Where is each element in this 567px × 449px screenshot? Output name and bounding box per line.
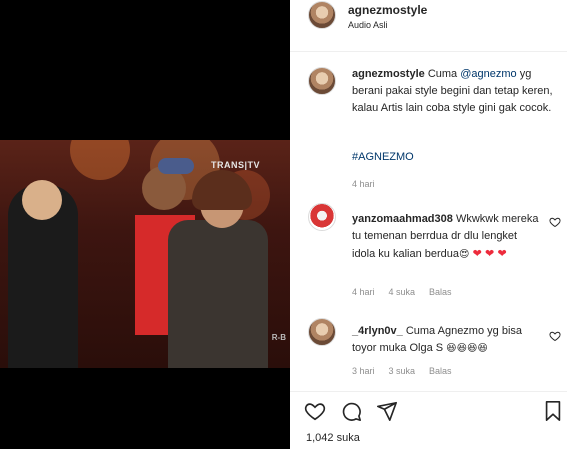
- performer-right: [168, 220, 268, 368]
- post-header: agnezmostyle Audio Asli: [290, 0, 567, 52]
- caption-time[interactable]: 4 hari: [352, 179, 375, 189]
- comment-emoji: 😍 ❤ ❤ ❤: [459, 247, 507, 260]
- audio-label[interactable]: Audio Asli: [348, 20, 388, 30]
- comment-meta: 3 hari 3 suka Balas: [352, 366, 466, 376]
- comment-likes[interactable]: 4 suka: [389, 287, 416, 297]
- post-media[interactable]: TRANS|TV R-B: [0, 0, 290, 449]
- avatar[interactable]: [308, 318, 336, 346]
- post-panel: agnezmostyle Audio Asli agnezmostyle Cum…: [290, 0, 567, 449]
- likes-count[interactable]: 1,042 suka: [306, 432, 360, 444]
- caption-text: agnezmostyle Cuma @agnezmo yg berani pak…: [352, 68, 553, 114]
- comment-username[interactable]: yanzomaahmad308: [352, 213, 453, 225]
- comment-meta: 4 hari 4 suka Balas: [352, 287, 466, 297]
- caption-mention[interactable]: @agnezmo: [460, 68, 516, 80]
- heart-icon[interactable]: [304, 400, 326, 422]
- caption-username[interactable]: agnezmostyle: [352, 68, 425, 80]
- comment-emoji: 😆😆😆😆: [446, 343, 488, 354]
- comments-list[interactable]: agnezmostyle Cuma @agnezmo yg berani pak…: [290, 53, 567, 391]
- comment-reply-button[interactable]: Balas: [429, 287, 452, 297]
- avatar[interactable]: [308, 1, 336, 29]
- video-watermark: TRANS|TV: [210, 160, 260, 170]
- comment-like-heart-icon[interactable]: [549, 216, 561, 228]
- stage-light: [70, 140, 130, 180]
- comment-text: yanzomaahmad308 Wkwkwk mereka tu temenan…: [352, 213, 539, 260]
- video-frame[interactable]: TRANS|TV R-B: [0, 140, 290, 368]
- post-actions: 1,042 suka: [290, 391, 567, 449]
- comment-time[interactable]: 3 hari: [352, 366, 375, 376]
- caption-hashtag[interactable]: #AGNEZMO: [352, 149, 414, 166]
- comment-like-heart-icon[interactable]: [549, 330, 561, 342]
- comment-username[interactable]: _4rlyn0v_: [352, 325, 403, 337]
- performer-left-face: [22, 180, 62, 220]
- bookmark-icon[interactable]: [542, 400, 564, 422]
- paper-plane-icon[interactable]: [376, 400, 398, 422]
- avatar[interactable]: [308, 203, 336, 231]
- comment-text: _4rlyn0v_ Cuma Agnezmo yg bisa toyor muk…: [352, 325, 522, 354]
- comment-time[interactable]: 4 hari: [352, 287, 375, 297]
- performer-center-bandana: [158, 158, 194, 174]
- video-watermark-bottom: R-B: [271, 333, 286, 342]
- comment-reply-button[interactable]: Balas: [429, 366, 452, 376]
- post-username[interactable]: agnezmostyle: [348, 3, 427, 17]
- comment-bubble-icon[interactable]: [340, 400, 362, 422]
- avatar[interactable]: [308, 67, 336, 95]
- comment-likes[interactable]: 3 suka: [389, 366, 416, 376]
